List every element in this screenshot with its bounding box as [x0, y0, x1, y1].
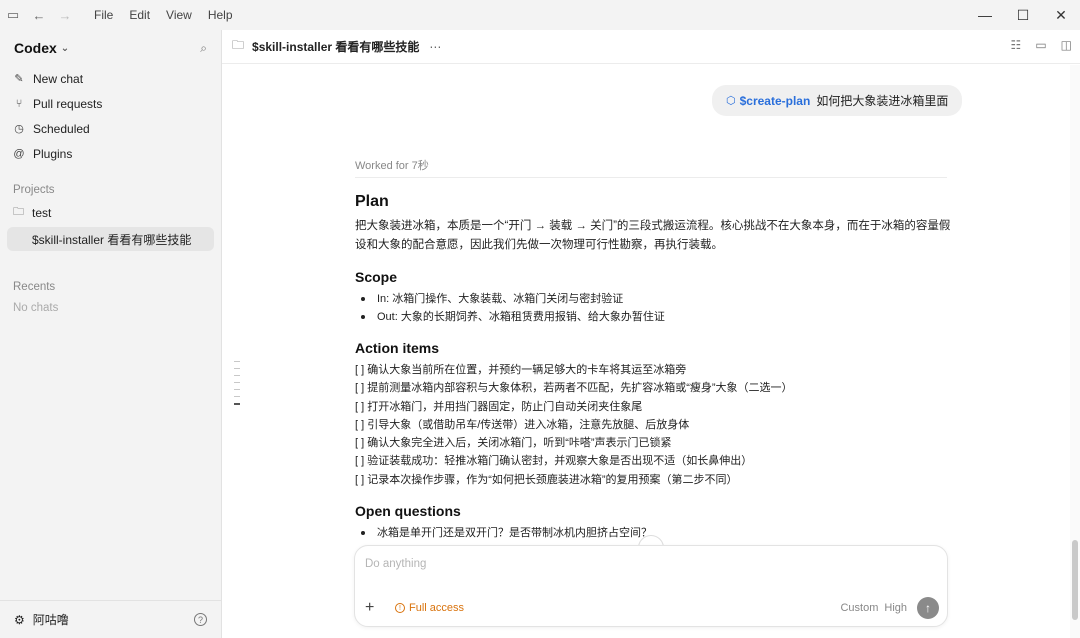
back-arrow-icon[interactable]: ← — [26, 0, 52, 30]
project-label: test — [32, 205, 52, 220]
action-item: [ ] 打开冰箱门，并用挡门器固定，防止门自动关闭夹住象尾 — [355, 400, 643, 413]
effort-label: High — [884, 602, 907, 614]
main-header: 🗀 $skill-installer 看看有哪些技能 ⋯ ☷ ▭ ◫ — [222, 30, 1080, 64]
forward-arrow-icon[interactable]: → — [52, 0, 78, 30]
skill-cube-icon: ⬡ — [726, 95, 736, 107]
search-icon[interactable]: ⌕ — [200, 41, 207, 56]
brand-row: Codex ⌄ ⌕ — [0, 30, 221, 66]
scroll-position-indicator[interactable] — [234, 361, 240, 411]
maximize-icon[interactable]: ☐ — [1004, 0, 1042, 30]
sidebar-item-label: New chat — [33, 71, 84, 86]
sidebar-item-plugins[interactable]: @ Plugins — [0, 141, 221, 166]
divider — [355, 177, 947, 178]
action-item: [ ] 引导大象（或借助吊车/传送带）进入冰箱，注意先放腿、后放身体 — [355, 418, 690, 431]
list-item: Out: 大象的长期饲养、冰箱租赁费用报销、给大象办暂住证 — [355, 308, 955, 326]
plus-icon[interactable]: + — [365, 599, 381, 617]
sidebar-item-label: Scheduled — [33, 121, 90, 136]
chevron-down-icon: ⌄ — [60, 42, 70, 54]
plan-heading: Plan — [355, 193, 389, 210]
menu-view[interactable]: View — [158, 0, 200, 30]
model-label: Custom — [840, 602, 879, 614]
sidebar-toggle-icon[interactable]: ▭ — [0, 0, 26, 30]
plan-document: Plan 把大象装进冰箱，本质是一个“开门 → 装载 → 关门”的三段式搬运流程… — [355, 193, 955, 542]
window-controls: — ☐ ✕ — [966, 0, 1080, 30]
action-item: [ ] 提前测量冰箱内部容积与大象体积，若两者不匹配，先扩容冰箱或“瘦身”大象（… — [355, 382, 793, 395]
scrollbar-thumb[interactable] — [1072, 540, 1078, 620]
arrow-up-icon: ↑ — [925, 601, 931, 615]
send-button[interactable]: ↑ — [917, 597, 939, 619]
folder-icon: 🗀 — [232, 38, 245, 52]
sidebar-item-label: Plugins — [33, 146, 73, 161]
composer: + ! Full access Custom High ↑ — [354, 545, 948, 627]
terminal-icon[interactable]: ▭ — [1035, 38, 1046, 52]
open-questions-heading: Open questions — [355, 503, 461, 520]
brand-switcher[interactable]: Codex ⌄ — [14, 40, 69, 56]
minimize-icon[interactable]: — — [966, 0, 1004, 30]
scope-list: In: 冰箱门操作、大象装载、冰箱门关闭与密封验证 Out: 大象的长期饲养、冰… — [355, 290, 955, 326]
action-item: [ ] 确认大象完全进入后，关闭冰箱门，听到“咔嗒”声表示门已锁紧 — [355, 437, 672, 450]
message-input[interactable] — [365, 558, 925, 570]
action-item: [ ] 验证装载成功：轻推冰箱门确认密封，并观察大象是否出现不适（如长鼻伸出） — [355, 455, 753, 468]
gear-icon: ⚙ — [14, 612, 25, 627]
action-item: [ ] 确认大象当前所在位置，并预约一辆足够大的卡车将其运至冰箱旁 — [355, 364, 687, 376]
plan-intro: 把大象装进冰箱，本质是一个“开门 → 装载 → 关门”的三段式搬运流程。核心挑战… — [355, 220, 951, 251]
help-icon[interactable]: ? — [194, 613, 207, 626]
at-icon: @ — [13, 147, 25, 160]
menu-edit[interactable]: Edit — [121, 0, 158, 30]
chat-item-active[interactable]: $skill-installer 看看有哪些技能 — [7, 227, 214, 251]
sidebar-item-scheduled[interactable]: ◷ Scheduled — [0, 116, 221, 141]
sidebar-item-pull-requests[interactable]: ⑂ Pull requests — [0, 91, 221, 116]
action-items-heading: Action items — [355, 340, 440, 356]
scope-heading: Scope — [355, 269, 398, 285]
user-message-bubble: ⬡ $create-plan 如何把大象装进冰箱里面 — [712, 85, 963, 116]
folder-icon: 🗀 — [13, 206, 24, 218]
projects-label: Projects — [13, 184, 55, 196]
no-chats-text: No chats — [13, 302, 59, 314]
title-bar: ▭ ← → File Edit View Help — ☐ ✕ — [0, 0, 1080, 30]
list-view-icon[interactable]: ☷ — [1011, 38, 1022, 52]
skill-tag[interactable]: $create-plan — [740, 94, 811, 108]
conversation: ⬡ $create-plan 如何把大象装进冰箱里面 Worked for 7秒… — [222, 65, 1070, 638]
sidebar-item-new-chat[interactable]: ✎ New chat — [0, 66, 221, 91]
more-options-icon[interactable]: ⋯ — [429, 40, 442, 54]
pull-request-icon: ⑂ — [15, 97, 23, 110]
menu-help[interactable]: Help — [200, 0, 241, 30]
sidebar: Codex ⌄ ⌕ ✎ New chat ⑂ Pull requests ◷ S… — [0, 30, 222, 638]
sidebar-footer: ⚙ 阿咕噜 ? — [0, 600, 221, 638]
warning-icon: ! — [395, 603, 405, 613]
composer-toolbar: + ! Full access Custom High ↑ — [365, 596, 939, 620]
main-panel: 🗀 $skill-installer 看看有哪些技能 ⋯ ☷ ▭ ◫ ⬡ $cr… — [222, 30, 1080, 638]
side-panel-icon[interactable]: ◫ — [1061, 38, 1072, 52]
action-item: [ ] 记录本次操作步骤，作为“如何把长颈鹿装进冰箱”的复用预案（第二步不同） — [355, 473, 738, 486]
close-icon[interactable]: ✕ — [1042, 0, 1080, 30]
access-mode-button[interactable]: ! Full access — [395, 602, 464, 614]
edit-icon: ✎ — [14, 73, 24, 85]
project-item-test[interactable]: 🗀 test — [0, 200, 221, 225]
menu-file[interactable]: File — [86, 0, 121, 30]
scrollbar[interactable] — [1070, 65, 1080, 638]
model-selector[interactable]: Custom High ↑ — [840, 597, 939, 619]
user-name: 阿咕噜 — [32, 613, 69, 627]
page-title: $skill-installer 看看有哪些技能 — [252, 40, 420, 54]
sidebar-item-label: Pull requests — [33, 96, 103, 111]
header-actions: ☷ ▭ ◫ — [1011, 38, 1072, 52]
list-item: In: 冰箱门操作、大象装载、冰箱门关闭与密封验证 — [355, 290, 955, 308]
recents-label: Recents — [13, 281, 56, 293]
worked-duration[interactable]: Worked for 7秒 — [355, 157, 429, 173]
user-message-text: 如何把大象装进冰箱里面 — [816, 94, 949, 108]
user-settings[interactable]: ⚙ 阿咕噜 — [14, 611, 69, 628]
brand-name: Codex — [14, 40, 57, 56]
menu-bar: File Edit View Help — [86, 0, 241, 30]
access-mode-label: Full access — [409, 602, 465, 614]
clock-icon: ◷ — [14, 123, 24, 135]
